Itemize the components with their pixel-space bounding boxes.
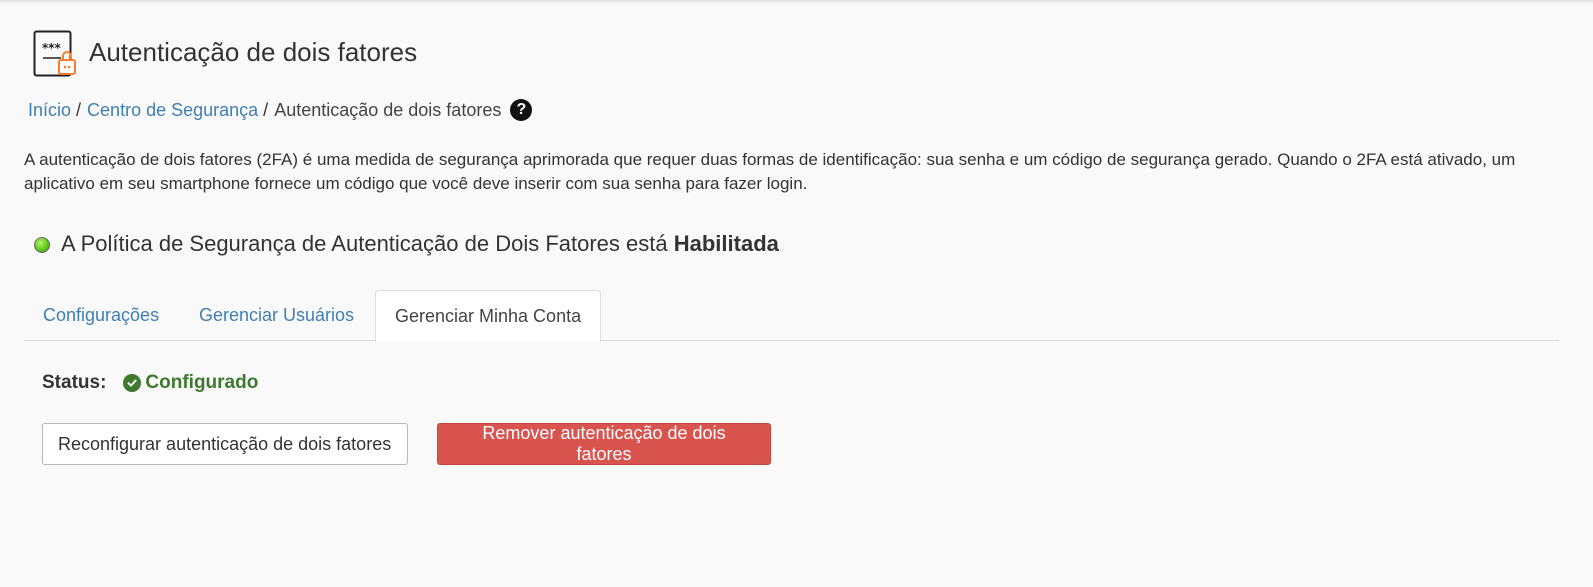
tab-configuracoes[interactable]: Configurações bbox=[24, 290, 178, 341]
policy-state: Habilitada bbox=[673, 231, 779, 256]
page-title: Autenticação de dois fatores bbox=[89, 36, 418, 67]
policy-description: A Política de Segurança de Autenticação … bbox=[61, 231, 668, 256]
tab-bar: Configurações Gerenciar Usuários Gerenci… bbox=[24, 290, 1559, 342]
policy-text: A Política de Segurança de Autenticação … bbox=[61, 231, 779, 257]
page: *** Autenticação de dois fatores Início … bbox=[0, 0, 1593, 587]
status-label: Status: bbox=[42, 372, 107, 393]
breadcrumb-current: Autenticação de dois fatores bbox=[274, 99, 502, 120]
two-factor-icon: *** bbox=[33, 30, 79, 80]
page-description: A autenticação de dois fatores (2FA) é u… bbox=[24, 150, 1516, 193]
page-header: *** Autenticação de dois fatores bbox=[33, 30, 417, 80]
svg-text:***: *** bbox=[42, 41, 62, 55]
top-shadow bbox=[0, 0, 1593, 4]
policy-status: A Política de Segurança de Autenticação … bbox=[34, 231, 779, 257]
breadcrumb-separator: / bbox=[263, 99, 269, 120]
account-status: Status: Configurado bbox=[42, 372, 258, 394]
status-led-icon bbox=[34, 236, 50, 253]
reconfigure-2fa-button[interactable]: Reconfigurar autenticação de dois fatore… bbox=[42, 423, 408, 465]
breadcrumb-separator: / bbox=[76, 99, 82, 120]
help-icon[interactable]: ? bbox=[510, 99, 533, 121]
breadcrumb-security-center-link[interactable]: Centro de Segurança bbox=[87, 100, 258, 121]
breadcrumb: Início / Centro de Segurança / Autentica… bbox=[28, 99, 533, 121]
breadcrumb-home-link[interactable]: Início bbox=[28, 100, 71, 121]
check-circle-icon bbox=[123, 374, 142, 392]
remove-2fa-button[interactable]: Remover autenticação de dois fatores bbox=[437, 423, 771, 465]
tab-gerenciar-usuarios[interactable]: Gerenciar Usuários bbox=[180, 290, 373, 341]
status-value: Configurado bbox=[145, 372, 259, 393]
tab-gerenciar-minha-conta[interactable]: Gerenciar Minha Conta bbox=[375, 290, 602, 342]
